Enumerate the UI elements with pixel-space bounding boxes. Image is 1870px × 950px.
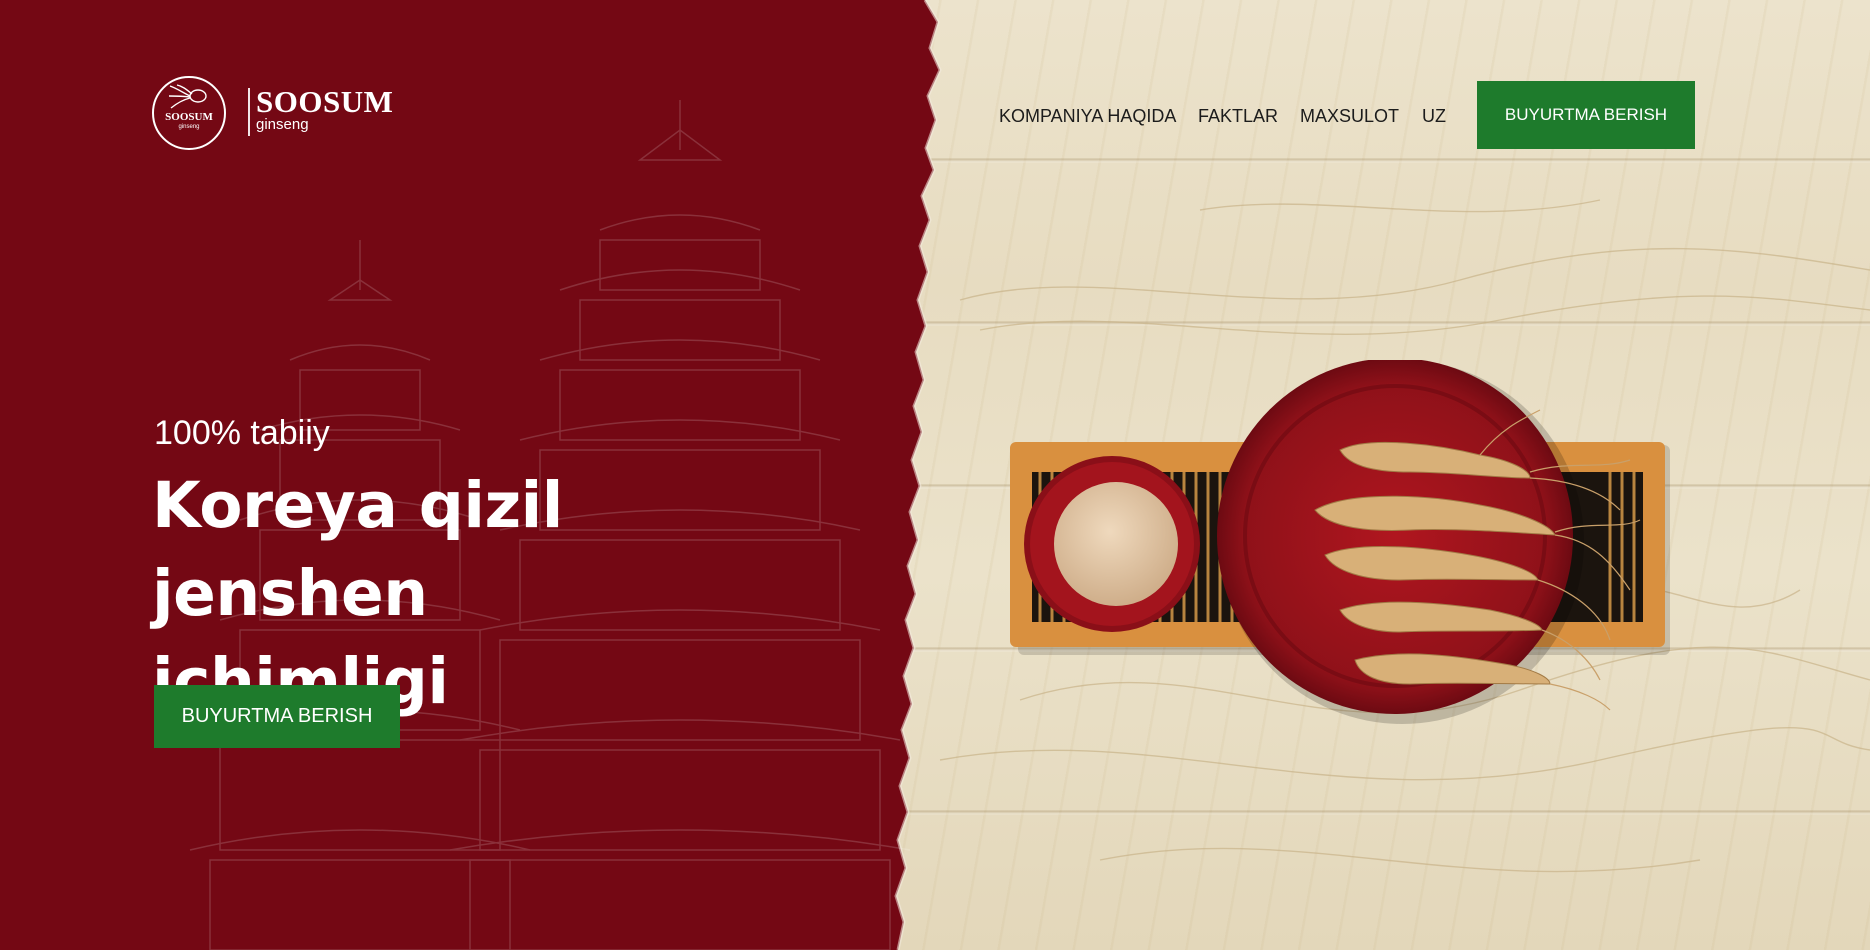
top-navigation: KOMPANIYA HAQIDA FAKTLAR MAXSULOT UZ BUY… xyxy=(0,81,1870,149)
powder-bowl xyxy=(1024,456,1200,632)
nav-item-product[interactable]: MAXSULOT xyxy=(1300,106,1399,126)
language-selector[interactable]: UZ xyxy=(1422,106,1446,126)
nav-item-facts[interactable]: FAKTLAR xyxy=(1198,106,1278,126)
nav-item-company[interactable]: KOMPANIYA HAQIDA xyxy=(999,106,1176,126)
ginseng-plate xyxy=(1217,360,1641,724)
hero-subtitle: 100% tabiiy xyxy=(154,414,330,452)
hero-order-button[interactable]: BUYURTMA BERISH xyxy=(154,685,400,748)
hero-section: SOOSUM ginseng SOOSUM ginseng KOMPANIYA … xyxy=(0,0,1870,950)
product-image xyxy=(1010,360,1670,724)
header-order-button[interactable]: BUYURTMA BERISH xyxy=(1477,81,1695,149)
hero-title-line-1: Koreya qizil jenshen xyxy=(152,469,563,630)
